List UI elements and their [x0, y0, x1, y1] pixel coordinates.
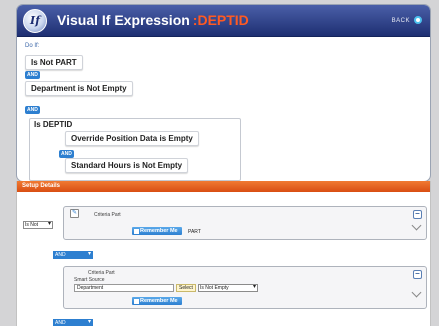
and-tag: AND	[59, 150, 74, 158]
operator-select[interactable]: Is Not	[23, 221, 53, 229]
remove-criteria-button[interactable]: –	[413, 270, 422, 279]
page-title-text: Visual If Expression	[57, 12, 190, 28]
criteria-label: Criteria Part	[94, 212, 121, 218]
remember-me-button[interactable]: Remember Me	[132, 297, 182, 305]
expression-item-standard-hours[interactable]: Standard Hours is Not Empty	[65, 158, 189, 173]
back-label: BACK	[391, 18, 410, 24]
edit-pencil-icon[interactable]: ✎	[70, 209, 79, 218]
and-select-1-value: AND	[55, 252, 66, 258]
page-title: Visual If Expression:DEPTID	[57, 12, 249, 28]
chevron-down-icon[interactable]	[411, 287, 422, 298]
select-button[interactable]: Select	[176, 284, 196, 292]
expression-item-is-not-part[interactable]: Is Not PART	[25, 55, 83, 70]
back-arrow-icon	[414, 16, 422, 24]
expression-item-override-position[interactable]: Override Position Data is Empty	[65, 131, 199, 146]
smart-source-label: Smart Source	[74, 277, 105, 283]
and-select-2[interactable]: AND	[53, 319, 93, 326]
chevron-down-icon[interactable]	[411, 220, 422, 231]
remember-me-button[interactable]: Remember Me	[132, 227, 182, 235]
criteria-box-2: Criteria Part Smart Source Department Se…	[63, 266, 427, 309]
criteria-value: PART	[188, 229, 201, 235]
operator-select-value: Is Not	[25, 222, 39, 228]
if-logo-icon: If	[23, 9, 47, 33]
back-button[interactable]: BACK	[392, 16, 422, 24]
remove-criteria-button[interactable]: –	[413, 210, 422, 219]
and-tag: AND	[25, 106, 40, 114]
criteria-box-1: ✎ Criteria Part Remember Me PART –	[63, 206, 427, 240]
expression-item-department[interactable]: Department is Not Empty	[25, 81, 133, 96]
title-bar: If Visual If Expression:DEPTID BACK	[17, 5, 430, 37]
and-tag: AND	[25, 71, 40, 79]
setup-details-header: Setup Details	[17, 181, 430, 192]
condition-select[interactable]: Is Not Empty	[198, 284, 258, 292]
expression-panel: If Visual If Expression:DEPTID BACK Do I…	[16, 4, 431, 182]
and-select-1[interactable]: AND	[53, 251, 93, 259]
and-select-2-value: AND	[55, 320, 66, 326]
do-if-label: Do If:	[25, 43, 40, 49]
condition-select-value: Is Not Empty	[200, 285, 229, 291]
setup-panel: Setup Details Is Not ✎ Criteria Part Rem…	[16, 181, 431, 326]
expression-item-is-deptid[interactable]: Is DEPTID	[29, 118, 77, 131]
criteria-label: Criteria Part	[88, 270, 115, 276]
smart-source-input[interactable]: Department	[74, 284, 174, 292]
page-title-accent: :DEPTID	[192, 12, 249, 28]
